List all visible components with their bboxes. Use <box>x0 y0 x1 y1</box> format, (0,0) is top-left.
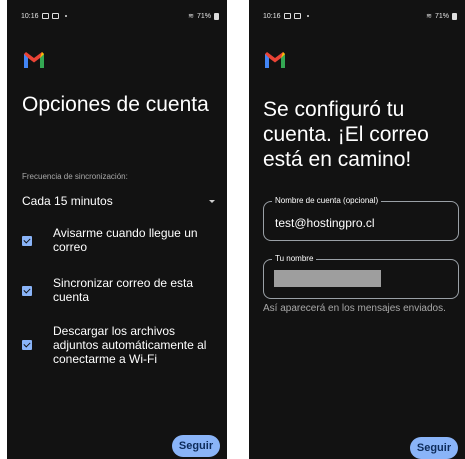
checkbox-checked-icon[interactable] <box>22 340 32 350</box>
download-attachments-checkbox-row[interactable]: Descargar los archivos adjuntos automáti… <box>22 324 220 366</box>
next-button[interactable]: Seguir <box>172 435 220 457</box>
account-name-input[interactable]: test@hostingpro.cl <box>275 216 375 230</box>
wifi-signal-icon: ≋ <box>188 13 194 20</box>
next-button[interactable]: Seguir <box>410 437 458 459</box>
gmail-logo <box>265 52 285 68</box>
more-notifications-icon <box>306 15 309 17</box>
notification-icon <box>283 13 291 19</box>
checkbox-checked-icon[interactable] <box>22 286 32 296</box>
gmail-logo <box>24 52 44 68</box>
sync-checkbox-label: Sincronizar correo de esta cuenta <box>53 276 194 304</box>
account-configured-screen: 10:16 ≋ 71% Se configuró tu cuenta. ¡El … <box>249 0 465 459</box>
account-name-field[interactable]: Nombre de cuenta (opcional) test@hosting… <box>263 196 459 241</box>
status-time: 10:16 <box>21 12 39 20</box>
page-title: Opciones de cuenta <box>22 93 209 116</box>
sync-frequency-value: Cada 15 minutos <box>22 194 113 208</box>
status-time: 10:16 <box>263 12 281 20</box>
battery-level: 71% <box>196 12 211 20</box>
your-name-label: Tu nombre <box>272 254 317 263</box>
status-bar: 10:16 ≋ 71% <box>249 8 465 24</box>
page-title: Se configuró tu cuenta. ¡El correo está … <box>263 98 429 171</box>
notification-icon <box>51 13 59 19</box>
status-bar: 10:16 ≋ 71% <box>7 8 227 24</box>
account-name-label: Nombre de cuenta (opcional) <box>272 196 382 205</box>
checkbox-checked-icon[interactable] <box>22 236 32 246</box>
notify-checkbox-label: Avisarme cuando llegue un correo <box>53 226 198 254</box>
notification-icon <box>293 13 301 19</box>
notify-checkbox-row[interactable]: Avisarme cuando llegue un correo <box>22 226 220 254</box>
battery-icon <box>452 12 457 20</box>
your-name-field[interactable]: Tu nombre <box>263 254 459 299</box>
sync-checkbox-row[interactable]: Sincronizar correo de esta cuenta <box>22 276 220 304</box>
more-notifications-icon <box>64 15 67 17</box>
sync-frequency-dropdown[interactable]: Cada 15 minutos <box>22 193 217 209</box>
chevron-down-icon <box>209 199 215 203</box>
battery-level: 71% <box>434 12 449 20</box>
download-attachments-checkbox-label: Descargar los archivos adjuntos automáti… <box>53 324 207 366</box>
name-helper-text: Así aparecerá en los mensajes enviados. <box>263 303 446 314</box>
sync-frequency-label: Frecuencia de sincronización: <box>22 172 128 181</box>
battery-icon <box>214 12 219 20</box>
your-name-input-redacted[interactable] <box>274 270 381 287</box>
notification-icon <box>41 13 49 19</box>
wifi-signal-icon: ≋ <box>426 13 432 20</box>
account-options-screen: 10:16 ≋ 71% Opciones de cuenta Frecuenci… <box>7 0 227 459</box>
